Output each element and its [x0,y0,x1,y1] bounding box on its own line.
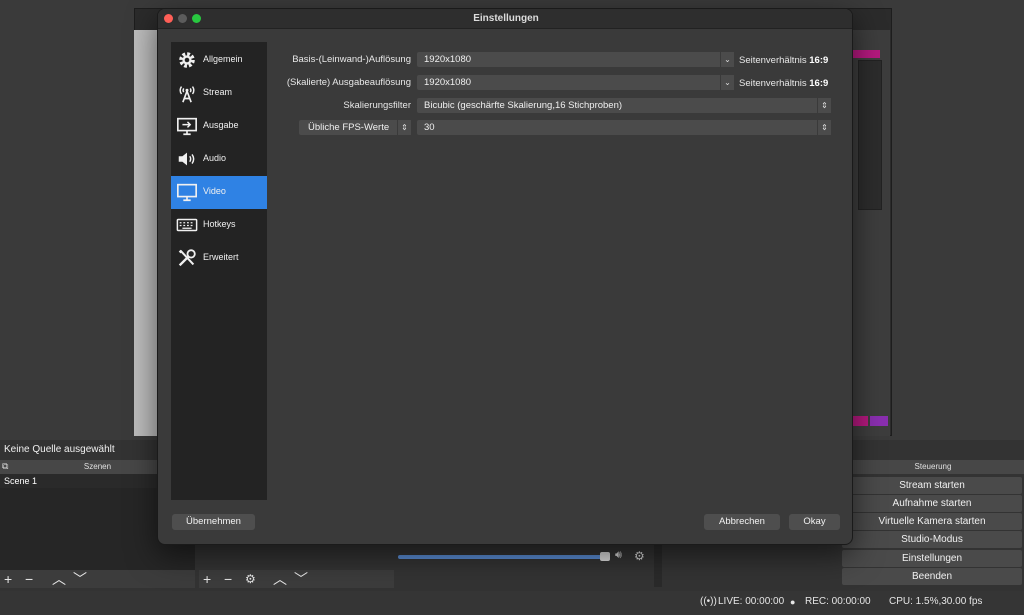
add-icon[interactable]: + [4,570,12,588]
sidebar-item-label: Hotkeys [203,219,236,229]
remove-icon[interactable]: − [25,570,33,588]
start-stream-button[interactable]: Stream starten [842,477,1022,494]
fps-value-select[interactable]: 30 ⇕ [417,120,831,135]
base-resolution-combobox[interactable]: 1920x1080 ⌄ [417,52,734,67]
output-aspect-ratio: Seitenverhältnis 16:9 [739,78,828,89]
background-audio-meter [858,60,882,210]
move-down-icon[interactable]: ﹀ [294,570,308,588]
fps-value: 30 [424,122,435,133]
updown-chevron-icon[interactable]: ⇕ [397,120,411,135]
sidebar-item-label: Video [203,186,226,196]
chevron-down-icon[interactable]: ⌄ [720,52,734,67]
output-resolution-combobox[interactable]: 1920x1080 ⌄ [417,75,734,90]
aspect-ratio-prefix: Seitenverhältnis [739,55,807,66]
base-resolution-label: Basis-(Leinwand-)Auflösung [292,54,411,65]
fps-type-select[interactable]: Übliche FPS-Werte ⇕ [299,120,411,135]
sidebar-item-audio[interactable]: Audio [171,143,267,176]
record-icon: ● [790,597,796,607]
live-icon: ((•)) [700,596,717,607]
settings-button[interactable]: Einstellungen [842,550,1022,567]
sidebar-item-label: Stream [203,87,233,97]
scenes-toolbar: + − ︿ ﹀ [0,570,195,588]
output-monitor-icon [177,117,197,136]
apply-button[interactable]: Übernehmen [172,514,255,530]
ok-button[interactable]: Okay [789,514,840,530]
speaker-icon [178,152,195,166]
rec-timer: REC: 00:00:00 [805,596,871,607]
dialog-title: Einstellungen [473,13,539,24]
gear-icon[interactable]: ⚙ [634,549,645,563]
volume-icon[interactable]: 🔊︎ [615,549,622,562]
aspect-ratio-prefix: Seitenverhältnis [739,78,807,89]
base-aspect-ratio: Seitenverhältnis 16:9 [739,55,828,66]
monitor-icon [177,183,197,202]
move-up-icon[interactable]: ︿ [52,570,66,588]
chevron-down-icon[interactable]: ⌄ [720,75,734,90]
scaling-filter-value: Bicubic (geschärfte Skalierung,16 Stichp… [424,100,623,111]
sources-toolbar: + − ⚙ ︿ ﹀ [199,570,394,588]
scaling-filter-label: Skalierungsfilter [343,100,411,111]
sidebar-item-erweitert[interactable]: Erweitert [171,242,267,275]
base-resolution-value: 1920x1080 [424,54,472,65]
controls-header: Steuerung [842,460,1024,474]
move-up-icon[interactable]: ︿ [273,570,287,588]
start-recording-button[interactable]: Aufnahme starten [842,495,1022,512]
keyboard-icon [176,218,198,232]
mixer-scrollbar[interactable] [654,545,662,587]
updown-chevron-icon[interactable]: ⇕ [817,98,831,113]
volume-slider-handle[interactable] [600,552,610,561]
aspect-ratio-value: 16:9 [809,55,829,66]
sidebar-item-video[interactable]: Video [171,176,267,209]
live-timer: LIVE: 00:00:00 [718,596,785,607]
tools-icon [178,249,196,267]
sidebar-item-label: Ausgabe [203,120,239,130]
cpu-usage: CPU: 1.5%,30.00 fps [889,596,983,607]
background-mixer-strip [852,50,880,58]
aspect-ratio-value: 16:9 [809,78,829,89]
start-virtual-camera-button[interactable]: Virtuelle Kamera starten [842,513,1022,530]
dock-float-icon[interactable]: ⧉ [2,461,8,472]
sidebar-item-hotkeys[interactable]: Hotkeys [171,209,267,242]
background-mixer-tag [870,416,888,426]
updown-chevron-icon[interactable]: ⇕ [817,120,831,135]
output-resolution-label: (Skalierte) Ausgabeauflösung [286,77,411,88]
scaling-filter-select[interactable]: Bicubic (geschärfte Skalierung,16 Stichp… [417,98,831,113]
studio-mode-button[interactable]: Studio-Modus [842,531,1022,548]
status-bar: ((•)) LIVE: 00:00:00 ● REC: 00:00:00 CPU… [0,591,1024,615]
sidebar-item-label: Erweitert [203,252,239,262]
settings-dialog: Einstellungen Allgemein Stream Ausgabe A… [157,8,853,545]
cancel-button[interactable]: Abbrechen [704,514,780,530]
output-resolution-value: 1920x1080 [424,77,472,88]
fps-type-value: Übliche FPS-Werte [308,122,390,133]
sidebar-item-label: Audio [203,153,227,163]
move-down-icon[interactable]: ﹀ [73,570,87,588]
volume-slider[interactable] [398,555,608,559]
sidebar-item-ausgabe[interactable]: Ausgabe [171,110,267,143]
add-icon[interactable]: + [203,570,211,588]
exit-button[interactable]: Beenden [842,568,1022,585]
no-source-label: Keine Quelle ausgewählt [4,444,115,455]
gear-icon[interactable]: ⚙ [245,570,256,588]
remove-icon[interactable]: − [224,570,232,588]
